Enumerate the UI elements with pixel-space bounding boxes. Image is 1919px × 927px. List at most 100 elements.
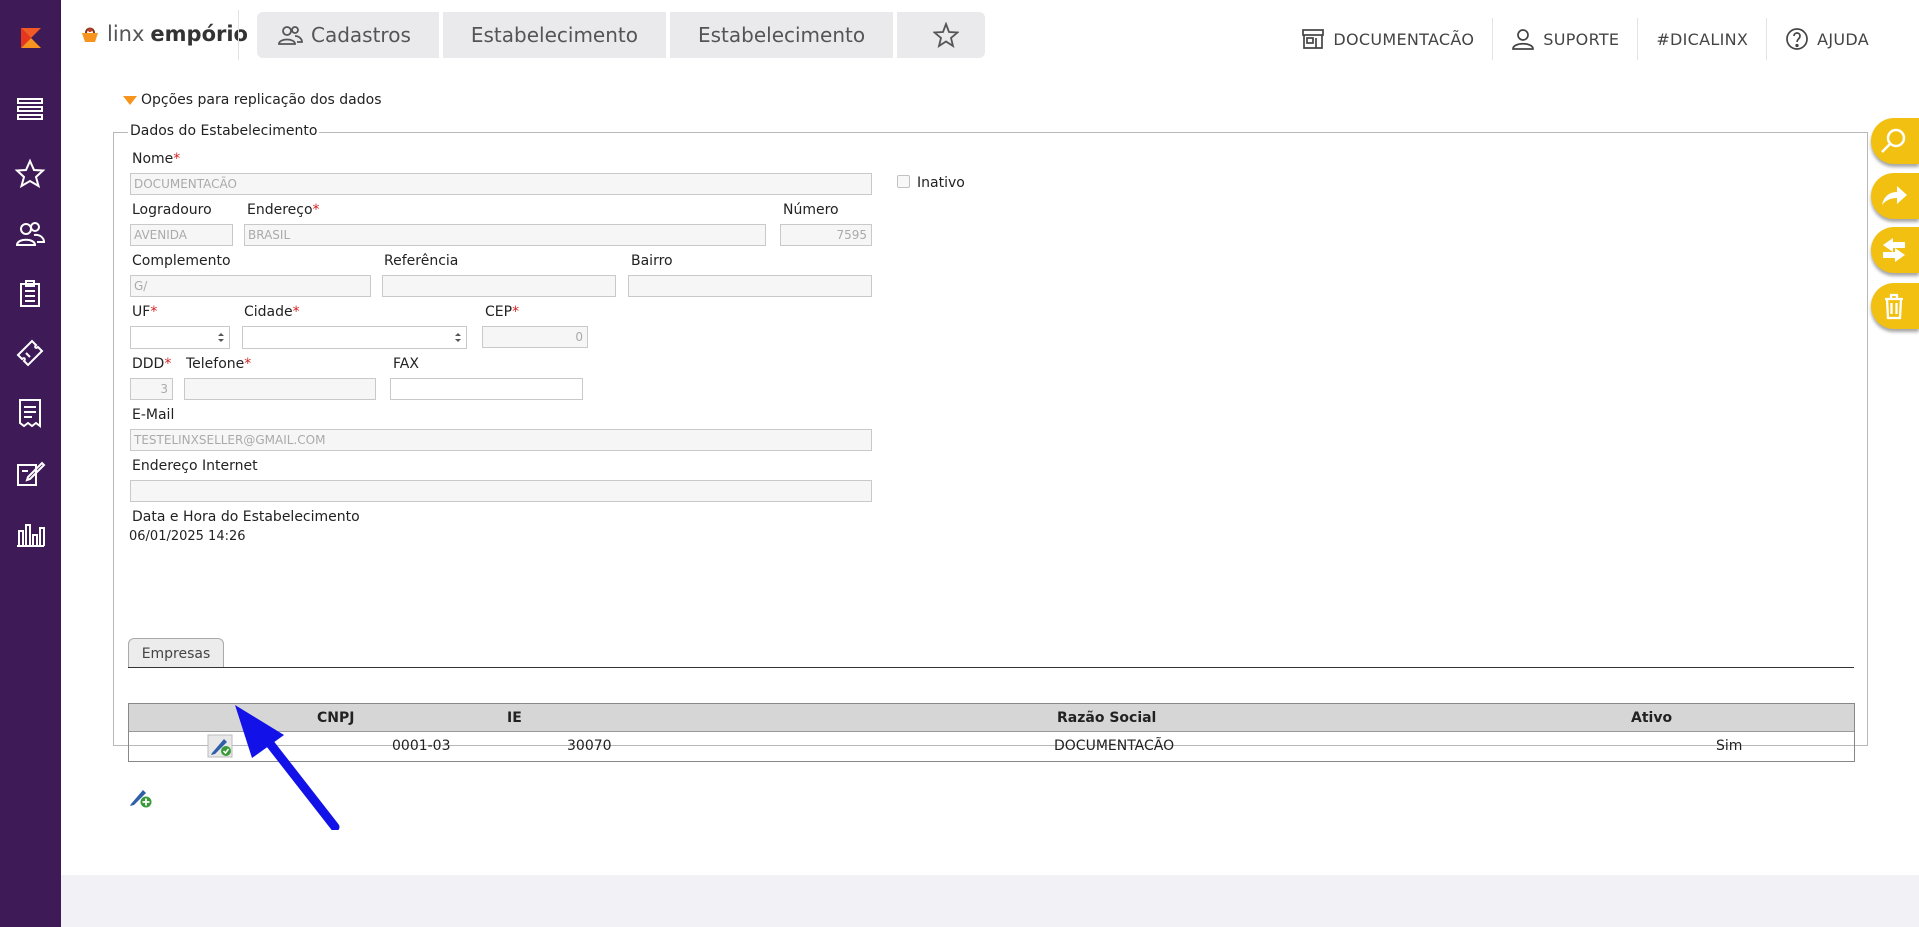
menu-list-icon[interactable]: [13, 92, 47, 126]
star-icon: [933, 22, 960, 48]
swap-arrows-icon: [1883, 238, 1905, 262]
help-link[interactable]: AJUDA: [1766, 18, 1887, 60]
breadcrumb-estabelecimento-2[interactable]: Estabelecimento: [669, 12, 894, 58]
search-icon: [1881, 128, 1906, 153]
telefone-input[interactable]: [184, 378, 376, 400]
inativo-label: Inativo: [917, 175, 965, 191]
reports-chart-icon[interactable]: [13, 516, 47, 550]
search-action-button[interactable]: [1871, 118, 1919, 164]
email-label: E-Mail: [132, 407, 175, 423]
annotation-arrow-icon: [235, 705, 340, 830]
add-record-icon[interactable]: [127, 785, 153, 809]
delete-action-button[interactable]: [1871, 283, 1919, 329]
fax-label: FAX: [393, 356, 419, 372]
complemento-label: Complemento: [132, 253, 231, 269]
favorite-star-button[interactable]: [897, 12, 986, 58]
documentation-label: DOCUMENTACÃO: [1333, 29, 1475, 49]
brand-logo[interactable]: linx empório: [79, 22, 248, 46]
bairro-label: Bairro: [631, 253, 673, 269]
breadcrumb-label: Estabelecimento: [697, 23, 866, 47]
favorites-star-icon[interactable]: [13, 157, 47, 191]
breadcrumb-label: Estabelecimento: [470, 23, 638, 47]
replication-options-label: Opções para replicação dos dados: [141, 92, 382, 108]
empresas-grid: CNPJ IE Razão Social Ativo 0001-03 30070…: [128, 703, 1855, 762]
cell-cnpj: 0001-03: [392, 738, 451, 754]
breadcrumb-label: Cadastros: [311, 23, 411, 47]
uf-select[interactable]: [130, 326, 230, 349]
clipboard-icon[interactable]: [13, 277, 47, 311]
cell-ie: 30070: [567, 738, 612, 754]
ddd-label: DDD*: [132, 356, 172, 372]
help-icon: [1786, 28, 1808, 50]
endereco-label: Endereço*: [247, 202, 320, 218]
tab-divider: [128, 667, 1854, 668]
cep-input[interactable]: 0: [482, 326, 588, 348]
support-link[interactable]: SUPORTE: [1492, 18, 1637, 60]
tab-empresas[interactable]: Empresas: [128, 638, 224, 668]
cell-razao-social: DOCUMENTACÃO: [1054, 738, 1175, 754]
logradouro-label: Logradouro: [132, 202, 212, 218]
select-arrows-icon: [218, 333, 224, 342]
email-input[interactable]: TESTELINXSELLER@GMAIL.COM: [130, 429, 872, 451]
column-header-razao-social: Razão Social: [1057, 710, 1157, 726]
breadcrumb-cadastros[interactable]: Cadastros: [257, 12, 439, 58]
cidade-label: Cidade*: [244, 304, 300, 320]
users-icon[interactable]: [13, 217, 47, 251]
column-header-ie: IE: [507, 710, 522, 726]
inativo-checkbox[interactable]: [897, 175, 910, 188]
left-sidebar: [0, 0, 61, 927]
bairro-input[interactable]: [628, 275, 872, 297]
fax-input[interactable]: [390, 378, 583, 400]
grid-header: CNPJ IE Razão Social Ativo: [129, 704, 1854, 732]
nome-input[interactable]: DOCUMENTACÃO: [130, 173, 872, 195]
trash-icon: [1885, 293, 1903, 320]
data-hora-value: 06/01/2025 14:26: [129, 529, 246, 544]
swap-action-button[interactable]: [1871, 227, 1919, 273]
cidade-select[interactable]: [242, 326, 467, 349]
brand-prefix: linx: [107, 22, 145, 46]
dicalinx-link[interactable]: #DICALINX: [1637, 18, 1766, 60]
endereco-internet-label: Endereço Internet: [132, 458, 258, 474]
column-header-ativo: Ativo: [1631, 710, 1673, 726]
cep-label: CEP*: [485, 304, 520, 320]
data-hora-label: Data e Hora do Estabelecimento: [132, 509, 360, 525]
cell-ativo: Sim: [1716, 738, 1743, 754]
section-title: Dados do Estabelecimento: [128, 123, 320, 139]
linx-logo-icon[interactable]: [17, 24, 45, 52]
user-icon: [1512, 29, 1535, 50]
referencia-input[interactable]: [382, 275, 616, 297]
footer-band: [61, 875, 1919, 927]
receipt-icon[interactable]: [13, 396, 47, 430]
edit-row-icon[interactable]: [207, 734, 233, 758]
support-label: SUPORTE: [1543, 29, 1620, 49]
select-arrows-icon: [455, 333, 461, 342]
documentation-link[interactable]: DOCUMENTACÃO: [1283, 18, 1492, 60]
brand-divider: [238, 10, 239, 60]
numero-input[interactable]: 7595: [780, 224, 872, 246]
referencia-label: Referência: [384, 253, 459, 269]
endereco-input[interactable]: BRASIL: [244, 224, 766, 246]
endereco-internet-input[interactable]: [130, 480, 872, 502]
basket-icon: [82, 27, 98, 42]
share-forward-icon: [1882, 186, 1907, 205]
nome-label: Nome*: [132, 151, 181, 167]
help-label: AJUDA: [1817, 29, 1869, 49]
breadcrumb: Cadastros Estabelecimento Estabeleciment…: [257, 12, 986, 58]
expand-triangle-icon: [123, 95, 137, 105]
numero-label: Número: [783, 202, 839, 218]
ticket-icon[interactable]: [13, 336, 47, 370]
uf-label: UF*: [132, 304, 158, 320]
users-icon: [278, 26, 303, 45]
establishment-fieldset: Dados do Estabelecimento Nome* DOCUMENTA…: [113, 123, 1868, 808]
breadcrumb-estabelecimento-1[interactable]: Estabelecimento: [442, 12, 666, 58]
ddd-input[interactable]: 3: [130, 378, 173, 400]
telefone-label: Telefone*: [186, 356, 252, 372]
top-bar: linx empório Cadastros Estabelecimento E…: [61, 0, 1919, 72]
replication-options-toggle[interactable]: Opções para replicação dos dados: [123, 92, 381, 108]
edit-document-icon[interactable]: [13, 456, 47, 490]
logradouro-input[interactable]: AVENIDA: [130, 224, 233, 246]
brand-name: empório: [150, 22, 248, 46]
dicalinx-label: #DICALINX: [1656, 29, 1749, 49]
replicate-action-button[interactable]: [1871, 173, 1919, 219]
complemento-input[interactable]: G/: [130, 275, 371, 297]
